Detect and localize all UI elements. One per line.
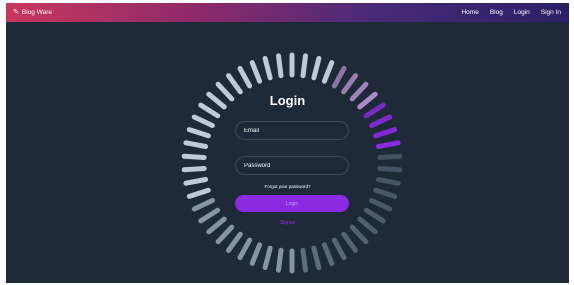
forgot-password-link[interactable]: Forgot your password? <box>6 184 569 189</box>
login-button[interactable]: Login <box>235 195 349 212</box>
app-frame: ✎ Blog Ware Home Blog Login Sign In Logi… <box>6 3 569 283</box>
page-title: Login <box>269 93 306 108</box>
email-field[interactable] <box>235 121 349 140</box>
signup-link[interactable]: Signup <box>6 220 569 226</box>
password-field[interactable] <box>235 156 349 175</box>
login-form: Login Forgot your password? Login Signup <box>6 3 569 283</box>
